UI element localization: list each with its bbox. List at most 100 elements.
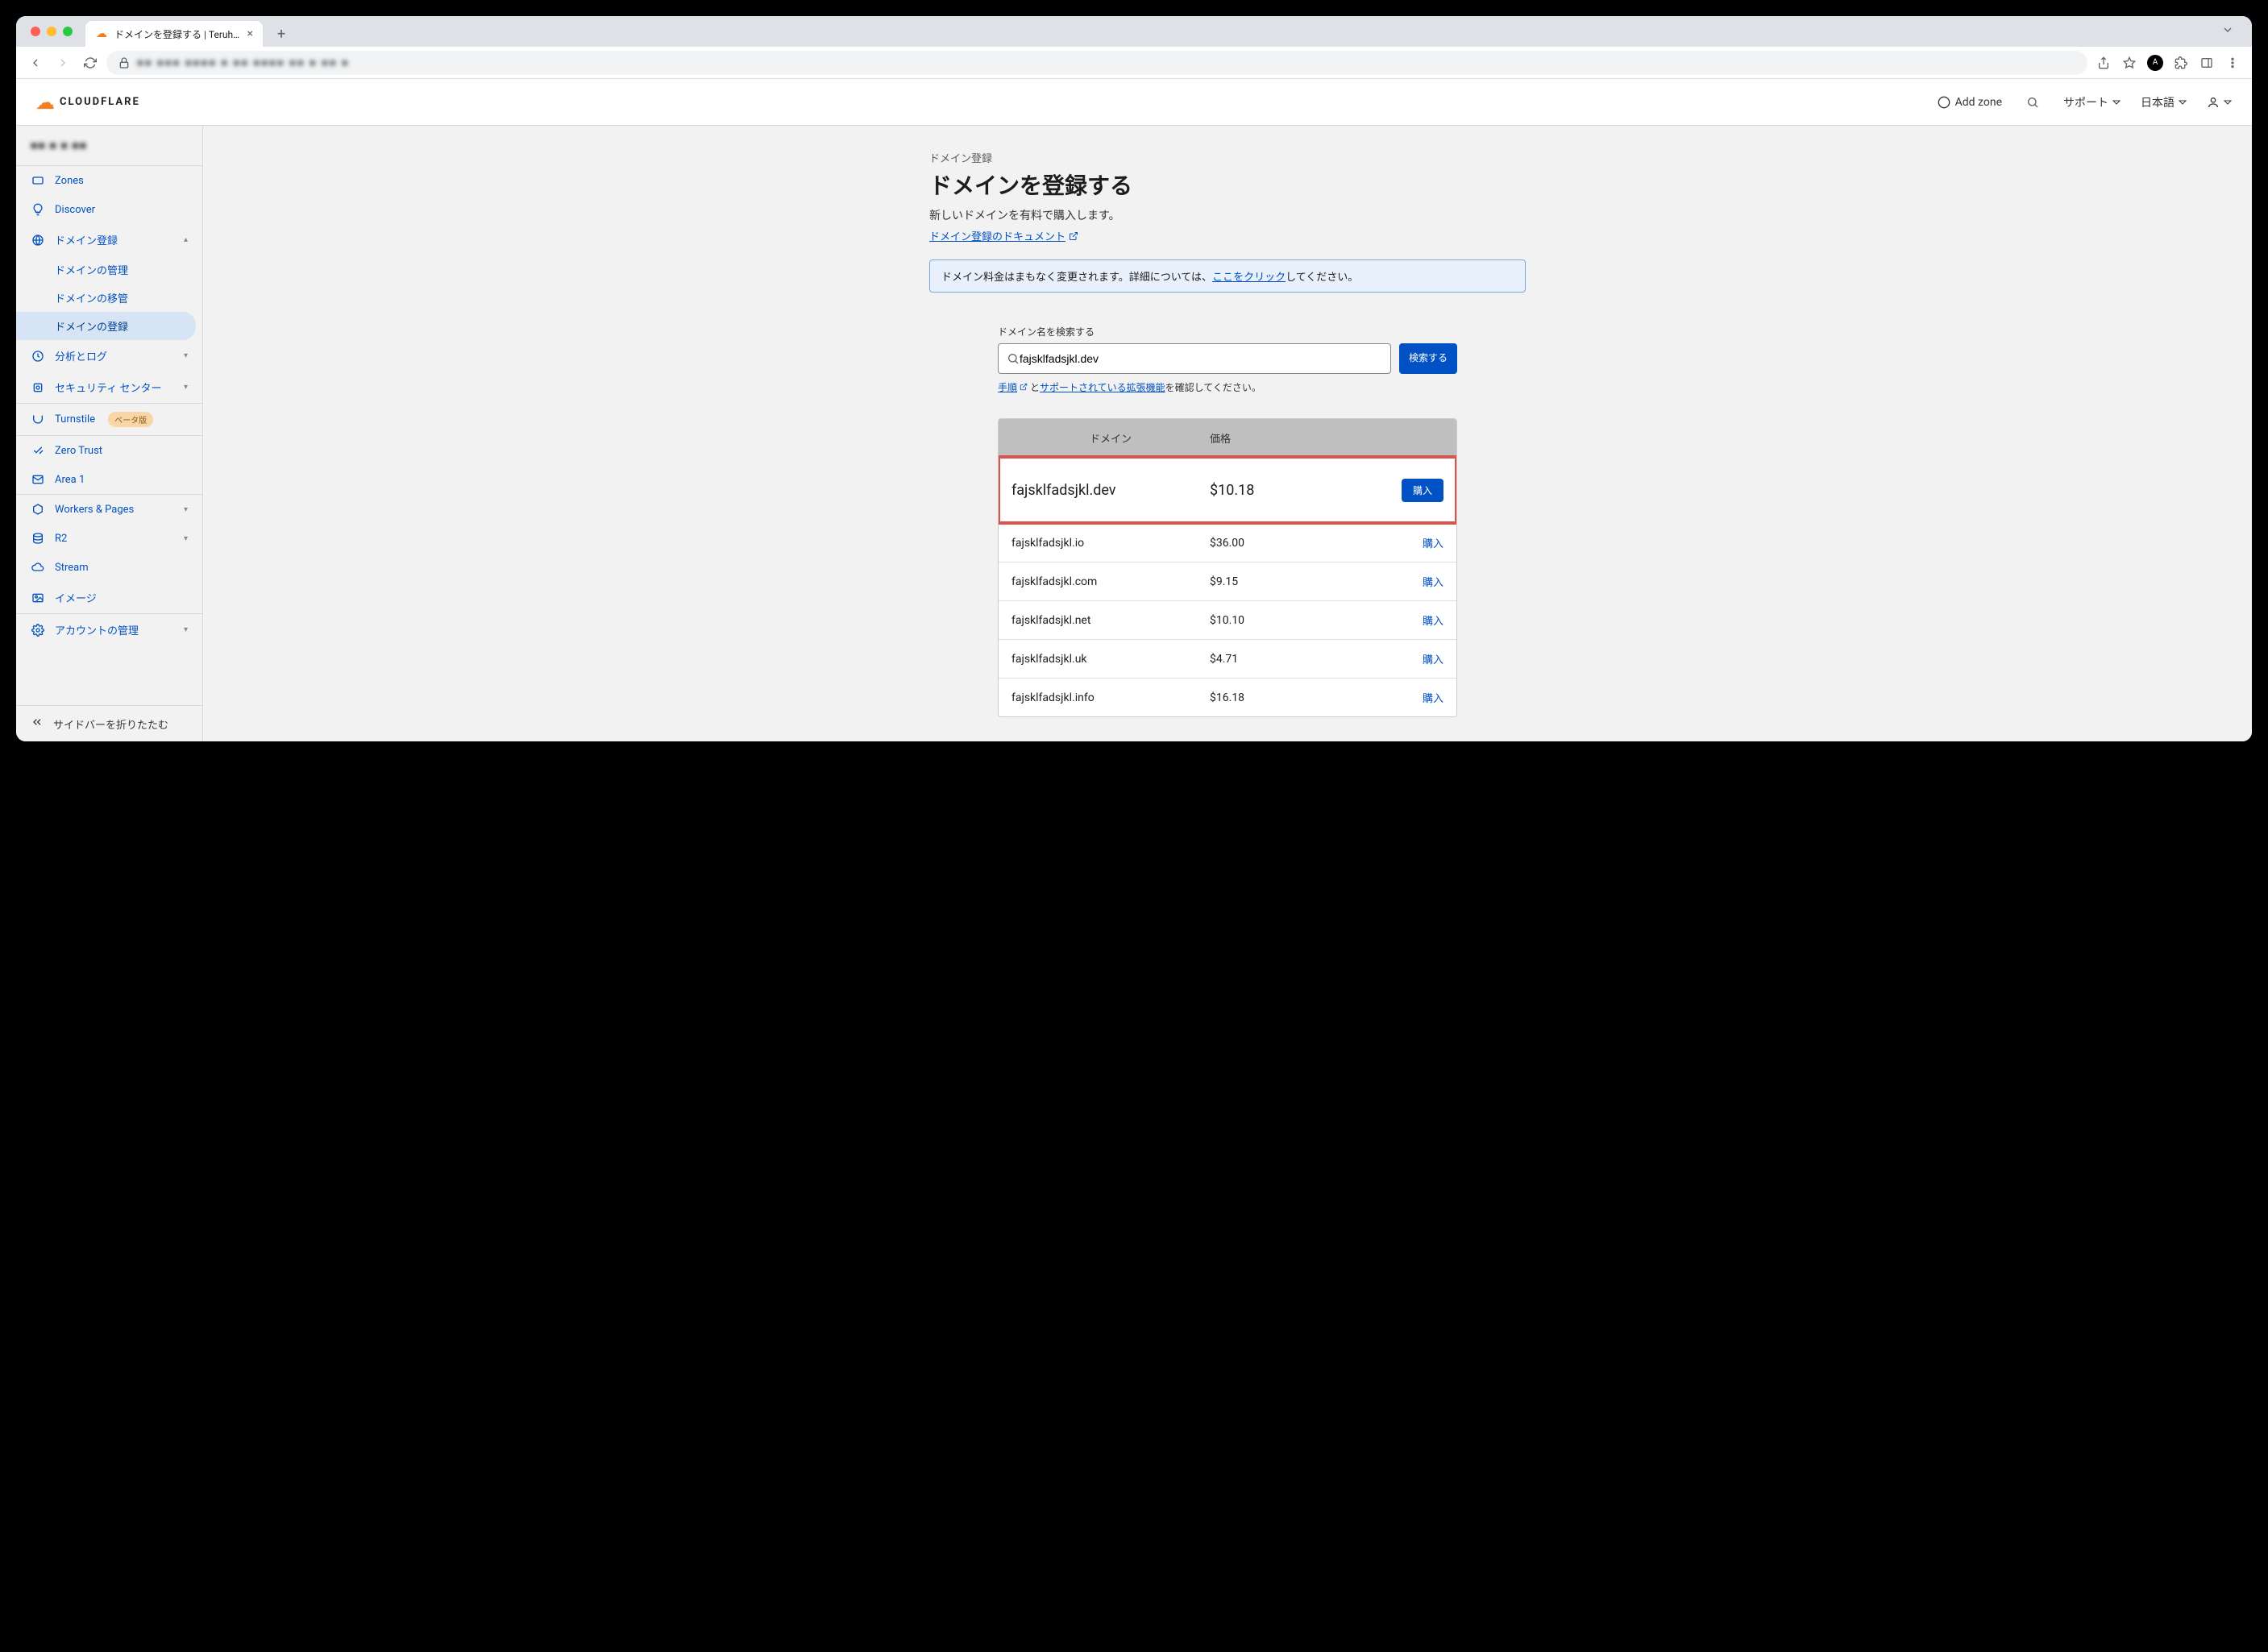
cloud-icon: ☁ <box>35 91 55 114</box>
clock-icon <box>31 350 45 363</box>
buy-button[interactable]: 購入 <box>1402 479 1443 502</box>
maximize-window[interactable] <box>63 27 73 36</box>
window-controls <box>24 27 79 36</box>
user-icon <box>2207 96 2220 109</box>
sidebar-item-discover[interactable]: Discover <box>16 195 202 224</box>
sidebar-sub-domain-manage[interactable]: ドメインの管理 <box>16 255 202 284</box>
sidebar-item-stream[interactable]: Stream <box>16 553 202 582</box>
sidebar-item-area1[interactable]: Area 1 <box>16 465 202 494</box>
tab-title: ドメインを登録する | Teruhiro Ko... <box>114 27 241 41</box>
domain-search-input[interactable] <box>1020 352 1382 365</box>
instructions-link[interactable]: 手順 <box>998 382 1017 393</box>
result-row: fajsklfadsjkl.net$10.10購入 <box>999 600 1456 639</box>
bookmark-icon[interactable] <box>2118 52 2141 74</box>
breadcrumb: ドメイン登録 <box>929 150 1526 165</box>
extensions-icon[interactable] <box>2170 52 2192 74</box>
back-button[interactable] <box>24 52 47 74</box>
search-button[interactable]: 検索する <box>1399 343 1457 374</box>
result-price: $16.18 <box>1210 691 1371 704</box>
language-dropdown[interactable]: 日本語 <box>2141 94 2187 110</box>
add-zone-button[interactable]: Add zone <box>1938 96 2002 109</box>
logo-text: CLOUDFLARE <box>60 96 140 108</box>
minimize-window[interactable] <box>47 27 56 36</box>
buy-link[interactable]: 購入 <box>1423 577 1443 589</box>
turnstile-icon <box>31 413 45 426</box>
buy-link[interactable]: 購入 <box>1423 693 1443 705</box>
result-domain: fajsklfadsjkl.info <box>1011 691 1210 704</box>
external-link-icon <box>1020 383 1028 391</box>
sidebar-item-domain-reg[interactable]: ドメイン登録 ▴ <box>16 224 202 255</box>
result-domain: fajsklfadsjkl.com <box>1011 575 1210 588</box>
col-price: 価格 <box>1210 430 1371 446</box>
app-header: ☁ CLOUDFLARE Add zone サポート 日本語 <box>16 79 2252 126</box>
sidebar-item-analytics[interactable]: 分析とログ ▾ <box>16 340 202 371</box>
result-price: $36.00 <box>1210 537 1371 550</box>
buy-link[interactable]: 購入 <box>1423 538 1443 550</box>
mail-icon <box>31 473 45 486</box>
result-row: fajsklfadsjkl.dev$10.18 購入 <box>999 457 1456 523</box>
result-price: $9.15 <box>1210 575 1371 588</box>
info-banner: ドメイン料金はまもなく変更されます。詳細については、ここをクリックしてください。 <box>929 259 1526 293</box>
extension-angular-icon[interactable]: A <box>2144 52 2166 74</box>
sidebar-item-security[interactable]: セキュリティ センター ▾ <box>16 371 202 403</box>
image-icon <box>31 591 45 604</box>
reload-button[interactable] <box>79 52 102 74</box>
doc-link[interactable]: ドメイン登録のドキュメント <box>929 228 1078 243</box>
browser-menu-icon[interactable] <box>2221 52 2244 74</box>
account-selector[interactable]: ■■ ■ ■ ■■ <box>16 126 202 165</box>
sidebar-item-images[interactable]: イメージ <box>16 582 202 613</box>
sidebar-sub-domain-register[interactable]: ドメインの登録 <box>16 312 196 340</box>
collapse-sidebar[interactable]: サイドバーを折りたたむ <box>16 705 202 741</box>
result-row: fajsklfadsjkl.info$16.18 購入 <box>999 678 1456 716</box>
result-domain: fajsklfadsjkl.dev <box>1011 482 1210 499</box>
close-tab-icon[interactable]: × <box>247 27 253 40</box>
cloudflare-favicon: ☁ <box>95 27 108 40</box>
chevron-down-icon <box>2178 98 2187 107</box>
result-domain: fajsklfadsjkl.uk <box>1011 653 1210 666</box>
new-tab-button[interactable]: + <box>269 26 293 43</box>
support-dropdown[interactable]: サポート <box>2063 94 2121 110</box>
globe-icon <box>31 234 45 247</box>
search-box[interactable] <box>998 343 1391 374</box>
workers-icon <box>31 503 45 516</box>
search-label: ドメイン名を検索する <box>998 325 1457 338</box>
sidebar-item-r2[interactable]: R2 ▾ <box>16 524 202 553</box>
sidebar-item-account-mgmt[interactable]: アカウントの管理 ▾ <box>16 614 202 645</box>
banner-link[interactable]: ここをクリック <box>1212 272 1286 284</box>
zones-icon <box>31 174 45 187</box>
result-price: $10.18 <box>1210 482 1371 499</box>
buy-link[interactable]: 購入 <box>1423 616 1443 628</box>
forward-button[interactable] <box>52 52 74 74</box>
sidebar-item-turnstile[interactable]: Turnstile ベータ版 <box>16 404 202 435</box>
chevron-down-icon: ▾ <box>184 625 188 634</box>
chevron-down-icon: ▾ <box>184 383 188 392</box>
result-row: fajsklfadsjkl.com$9.15 購入 <box>999 562 1456 600</box>
external-link-icon <box>1069 231 1078 241</box>
address-bar[interactable]: ■■ ■■■ ■■■■ ■ ■■ ■■■■ ■■ ■ ■■ ■ <box>106 51 2087 75</box>
chevron-down-icon <box>2112 98 2121 107</box>
result-row: fajsklfadsjkl.uk$4.71購入 <box>999 639 1456 678</box>
sidebar-sub-domain-transfer[interactable]: ドメインの移管 <box>16 284 202 312</box>
sidebar-item-workers[interactable]: Workers & Pages ▾ <box>16 495 202 524</box>
collapse-icon <box>31 716 44 732</box>
account-dropdown[interactable] <box>2207 96 2233 109</box>
sidepanel-icon[interactable] <box>2195 52 2218 74</box>
supported-ext-link[interactable]: サポートされている拡張機能 <box>1040 382 1165 393</box>
chevron-down-icon: ▾ <box>184 351 188 360</box>
search-help: 手順 とサポートされている拡張機能を確認してください。 <box>998 380 1457 394</box>
page-title: ドメインを登録する <box>929 168 1526 201</box>
search-icon <box>1007 352 1020 365</box>
main-content: ドメイン登録 ドメインを登録する 新しいドメインを有料で購入します。 ドメイン登… <box>203 126 2252 741</box>
share-icon[interactable] <box>2092 52 2115 74</box>
sidebar-item-zones[interactable]: Zones <box>16 166 202 195</box>
chevron-down-icon: ▾ <box>184 534 188 543</box>
sidebar-item-zero-trust[interactable]: Zero Trust <box>16 436 202 465</box>
sidebar: ■■ ■ ■ ■■ Zones Discover ドメイン登録 ▴ ドメインの管… <box>16 126 203 741</box>
buy-link[interactable]: 購入 <box>1423 654 1443 666</box>
header-search-icon[interactable] <box>2021 91 2044 114</box>
close-window[interactable] <box>31 27 40 36</box>
tab-list-button[interactable] <box>2212 23 2244 39</box>
result-domain: fajsklfadsjkl.net <box>1011 614 1210 627</box>
browser-tab[interactable]: ☁ ドメインを登録する | Teruhiro Ko... × <box>85 21 263 47</box>
cloudflare-logo[interactable]: ☁ CLOUDFLARE <box>35 91 140 114</box>
